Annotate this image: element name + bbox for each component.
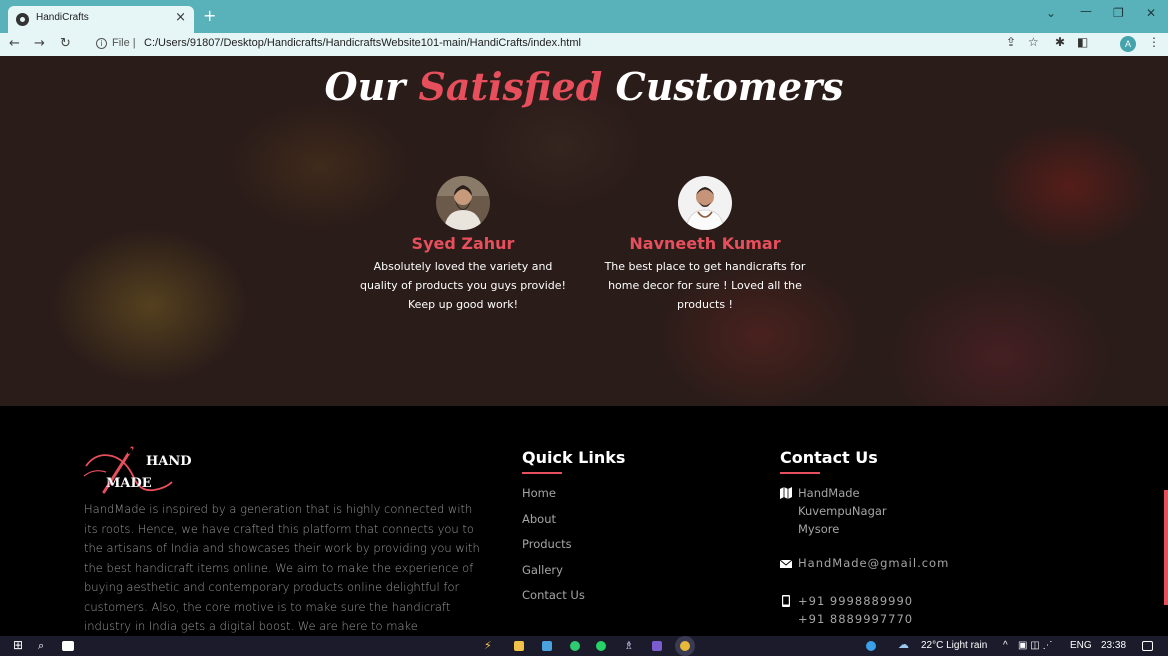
close-window-icon[interactable]: ✕ [1146,6,1156,20]
review-card: Syed Zahur Absolutely loved the variety … [358,176,568,314]
store-icon[interactable] [542,641,552,651]
visual-studio-icon[interactable] [652,641,662,651]
windows-taskbar: ⊞ ⌕ ⚡ ♗ ☁ 22°C Light rain ^ ▣ ◫ ⋰ ENG 23… [0,636,1168,656]
browser-toolbar: ← → ↻ i File | C:/Users/91807/Desktop/Ha… [0,33,1168,56]
footer-link-contact[interactable]: Contact Us [522,586,585,612]
address-line: KuvempuNagar [798,504,887,518]
logo-word-made: MADE [106,476,152,491]
menu-kebab-icon[interactable]: ⋮ [1148,35,1160,49]
tab-search-chevron-icon[interactable]: ⌄ [1046,6,1056,20]
tray-chevron-icon[interactable]: ^ [1003,640,1008,651]
contact-heading: Contact Us [780,448,878,467]
tab-close-icon[interactable]: × [175,10,186,25]
footer-link-home[interactable]: Home [522,484,585,510]
review-text: Absolutely loved the variety and quality… [360,260,566,311]
windows-start-icon[interactable]: ⊞ [13,638,23,652]
phone-icon [782,595,790,607]
review-text: The best place to get handicrafts for ho… [604,260,806,311]
tray-icons[interactable]: ▣ ◫ ⋰ [1018,640,1052,651]
clock[interactable]: 23:38 [1101,640,1126,651]
network-app-icon[interactable]: ♗ [624,639,634,652]
page-scrollbar-thumb[interactable] [1164,490,1168,605]
testimonials-section: Our Satisfied Customers Syed Zahur Absol… [0,56,1168,406]
about-text: HandMade is inspired by a generation tha… [84,502,480,633]
chrome-favicon-icon [16,13,29,26]
new-tab-button[interactable]: + [203,6,216,25]
language-indicator[interactable]: ENG [1070,640,1092,651]
spotify-icon[interactable] [570,641,580,651]
task-view-icon[interactable] [62,641,74,651]
heading-underline [780,472,820,474]
forward-icon[interactable]: → [34,36,45,51]
review-card: Navneeth Kumar The best place to get han… [600,176,810,314]
section-title: Our Satisfied Customers [324,64,844,109]
reviewer-name: Syed Zahur [411,234,515,253]
email-text[interactable]: HandMade@gmail.com [798,554,949,572]
lightning-app-icon[interactable]: ⚡ [484,639,492,652]
site-logo[interactable]: HAND MADE [82,442,202,498]
url-text[interactable]: C:/Users/91807/Desktop/Handicrafts/Handi… [144,37,581,49]
quick-links-heading: Quick Links [522,448,626,467]
phone-number[interactable]: +91 9998889990 [798,592,913,610]
help-icon[interactable] [866,641,876,651]
footer-link-gallery[interactable]: Gallery [522,561,585,587]
map-icon [780,487,792,499]
search-icon[interactable]: ⌕ [38,639,44,653]
weather-cloud-icon: ☁ [898,638,909,651]
footer-link-about[interactable]: About [522,510,585,536]
envelope-icon [780,559,792,568]
chrome-taskbar-icon[interactable] [680,641,690,651]
reload-icon[interactable]: ↻ [60,36,71,51]
file-explorer-icon[interactable] [514,641,524,651]
reviewer-avatar [436,176,490,230]
address-line: HandMade [798,486,860,500]
weather-text[interactable]: 22°C Light rain [921,640,987,651]
profile-avatar[interactable]: A [1120,36,1136,52]
share-icon[interactable]: ⇪ [1006,35,1016,49]
quick-links-list: Home About Products Gallery Contact Us [522,484,585,612]
address-line: Mysore [798,522,840,536]
bookmark-star-icon[interactable]: ☆ [1028,35,1039,49]
heading-underline [522,472,562,474]
reviewer-name: Navneeth Kumar [629,234,781,253]
browser-tab[interactable]: HandiCrafts × [8,6,194,33]
restore-icon[interactable]: ❐ [1113,6,1124,20]
site-footer: HAND MADE HandMade is inspired by a gene… [0,406,1168,636]
url-scheme: File | [112,37,136,49]
phone-number[interactable]: +91 8889997770 [798,610,913,628]
address-bar[interactable]: i File | C:/Users/91807/Desktop/Handicra… [92,35,1110,54]
info-icon[interactable]: i [96,38,107,49]
back-icon[interactable]: ← [9,36,20,51]
footer-link-products[interactable]: Products [522,535,585,561]
reviewer-avatar [678,176,732,230]
browser-tab-strip: HandiCrafts × + ⌄ — ❐ ✕ [0,0,1168,33]
notifications-icon[interactable] [1142,641,1153,651]
tab-title: HandiCrafts [36,12,89,23]
extensions-puzzle-icon[interactable]: ✱ [1055,35,1065,49]
minimize-icon[interactable]: — [1080,4,1092,18]
whatsapp-icon[interactable] [596,641,606,651]
logo-word-hand: HAND [146,454,192,469]
side-panel-icon[interactable]: ◧ [1077,35,1088,49]
